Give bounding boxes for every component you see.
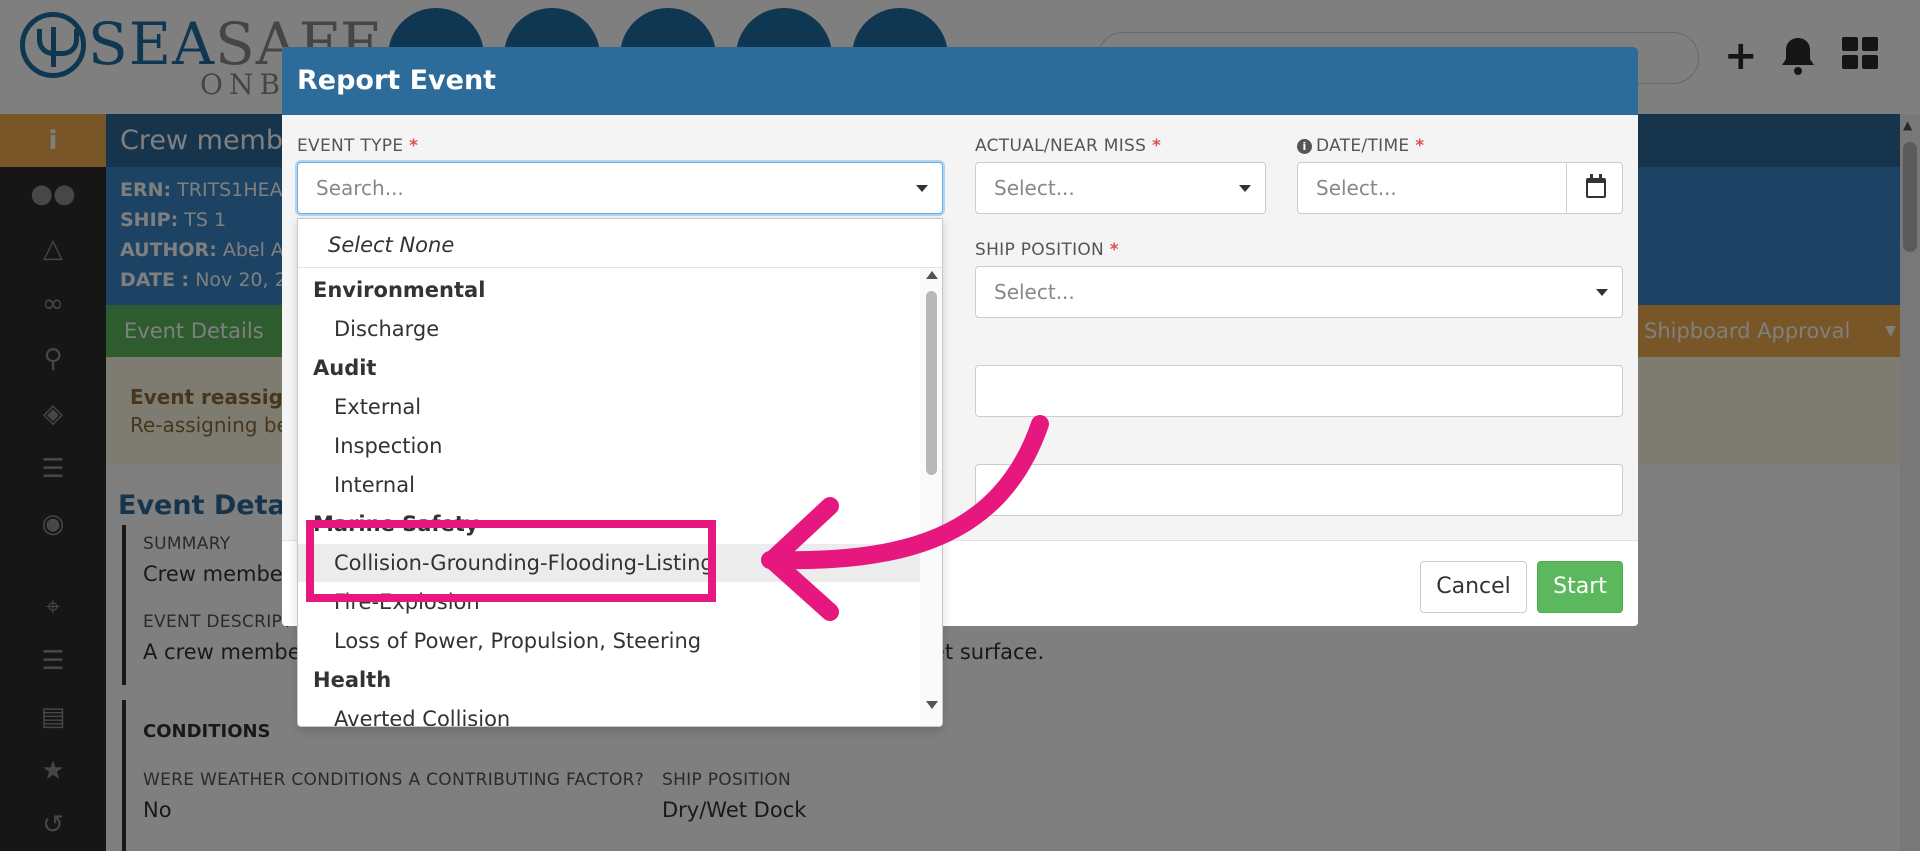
start-button[interactable]: Start: [1537, 561, 1623, 613]
event-type-search-placeholder: Search...: [316, 176, 404, 200]
select-none-option[interactable]: Select None: [328, 233, 454, 257]
option-loss-of-power[interactable]: Loss of Power, Propulsion, Steering: [298, 622, 922, 660]
option-external[interactable]: External: [298, 388, 922, 426]
ship-position-select[interactable]: Select...: [975, 266, 1623, 318]
description-input[interactable]: [975, 464, 1623, 516]
scroll-down-arrow-icon[interactable]: [926, 701, 938, 709]
scroll-up-arrow-icon[interactable]: [926, 271, 938, 279]
datetime-input[interactable]: Select...: [1297, 162, 1567, 214]
chevron-down-icon: [916, 185, 928, 192]
option-inspection[interactable]: Inspection: [298, 427, 922, 465]
calendar-button[interactable]: [1566, 162, 1623, 214]
datetime-label: i DATE/TIME *: [1297, 136, 1424, 156]
near-miss-label: ACTUAL/NEAR MISS *: [975, 136, 1162, 156]
group-audit: Audit: [313, 356, 377, 380]
chevron-down-icon: [1596, 289, 1608, 296]
event-type-label: EVENT TYPE *: [297, 136, 419, 156]
event-type-select[interactable]: Search...: [297, 162, 943, 214]
modal-header: Report Event: [282, 47, 1638, 115]
option-internal[interactable]: Internal: [298, 466, 922, 504]
info-circle-icon[interactable]: i: [1297, 139, 1312, 154]
cancel-button[interactable]: Cancel: [1420, 561, 1527, 613]
chevron-down-icon: [1239, 185, 1251, 192]
group-environmental: Environmental: [313, 278, 486, 302]
calendar-icon: [1586, 174, 1606, 198]
option-averted-collision[interactable]: Averted Collision: [298, 700, 922, 726]
event-type-dropdown: Select None Environmental Discharge Audi…: [297, 218, 943, 727]
ship-position-placeholder: Select...: [994, 280, 1075, 304]
highlight-box: [306, 520, 716, 602]
datetime-placeholder: Select...: [1316, 176, 1397, 200]
event-type-option-list: Environmental Discharge Audit External I…: [298, 268, 922, 726]
dropdown-scrollbar-thumb[interactable]: [926, 291, 937, 475]
option-discharge[interactable]: Discharge: [298, 310, 922, 348]
near-miss-select[interactable]: Select...: [975, 162, 1266, 214]
ship-position-label: SHIP POSITION *: [975, 240, 1119, 260]
modal-title: Report Event: [297, 65, 497, 96]
group-health: Health: [313, 668, 392, 692]
summary-input[interactable]: [975, 365, 1623, 417]
near-miss-placeholder: Select...: [994, 176, 1075, 200]
